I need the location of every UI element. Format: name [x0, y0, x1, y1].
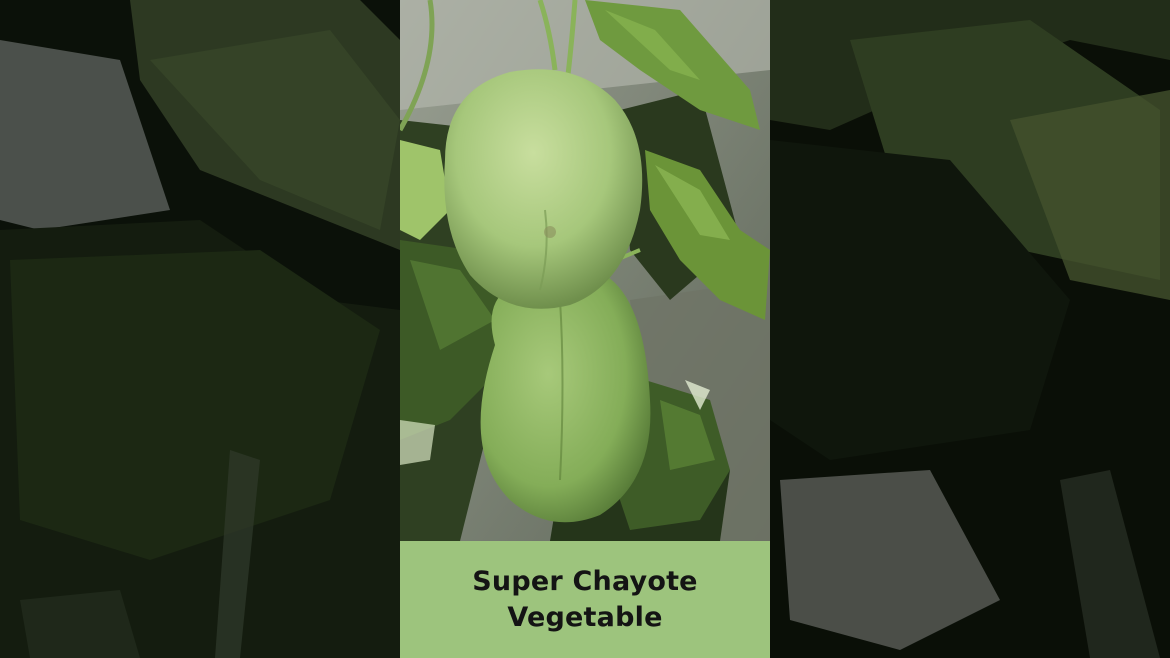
blurred-background-left [0, 0, 400, 658]
video-frame: Super Chayote Vegetable [0, 0, 1170, 658]
caption-line-1: Super Chayote [472, 565, 698, 597]
chayote-photo [400, 0, 770, 541]
blurred-background-right [770, 0, 1170, 658]
caption-line-2: Vegetable [507, 601, 663, 633]
caption-banner: Super Chayote Vegetable [400, 541, 770, 658]
